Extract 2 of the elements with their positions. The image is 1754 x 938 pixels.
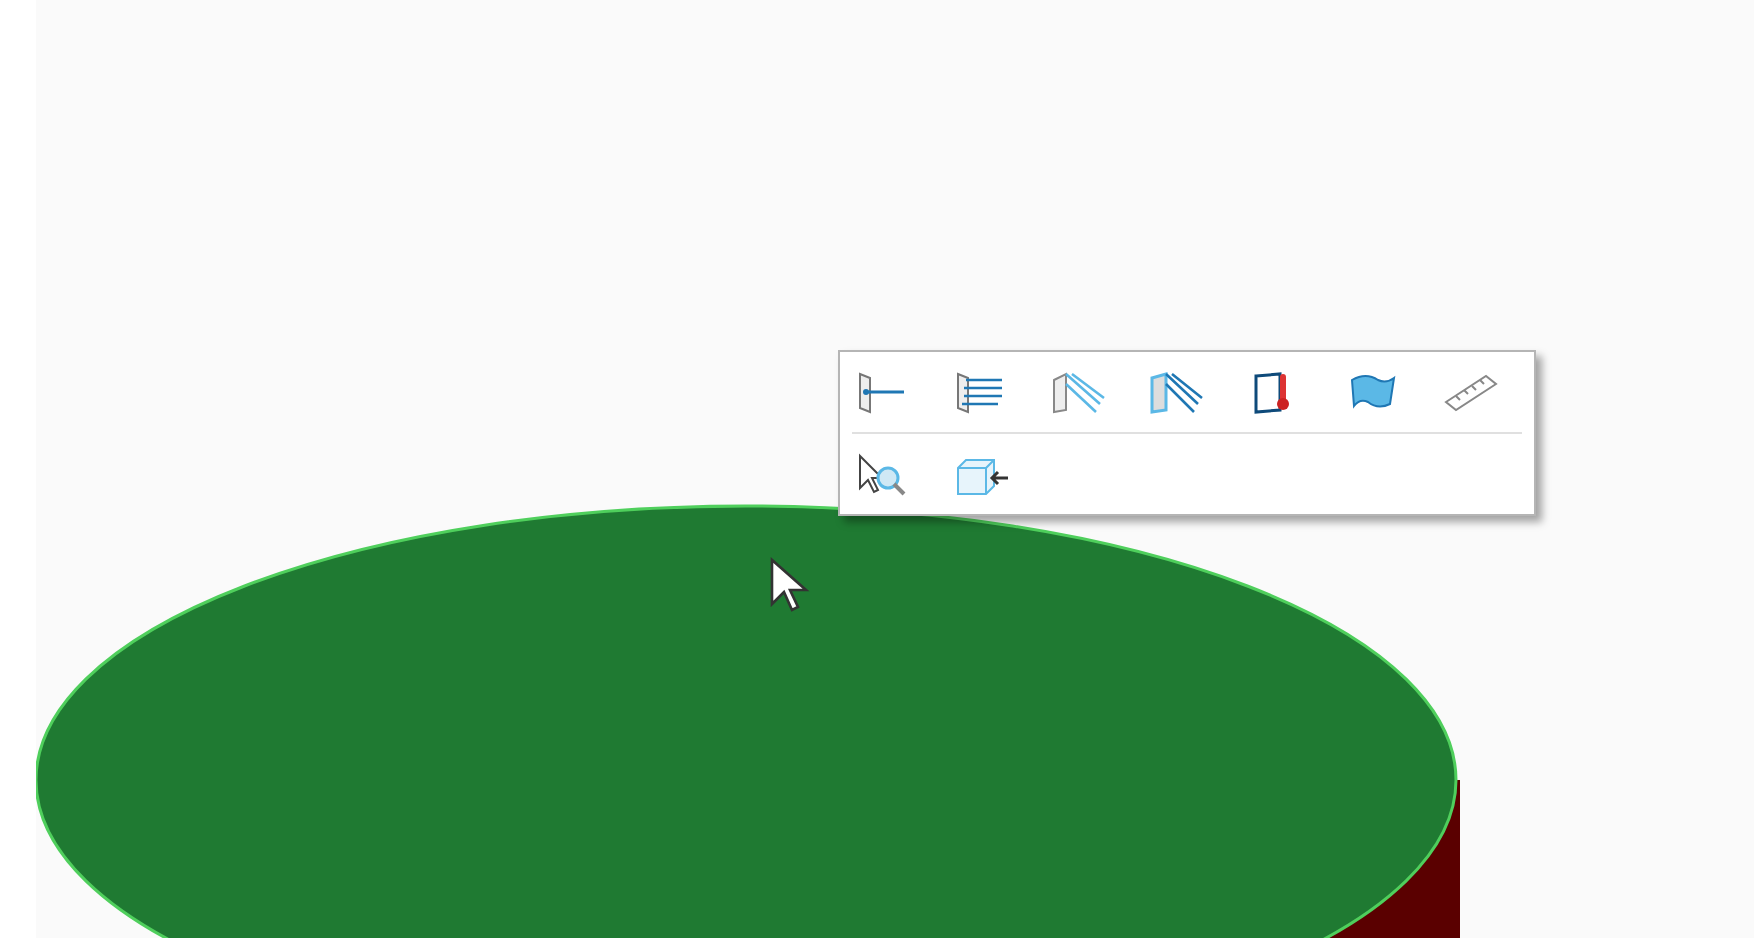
highlighted-panel-lines-icon[interactable] — [1146, 368, 1206, 416]
panel-lines-icon[interactable] — [1048, 368, 1108, 416]
